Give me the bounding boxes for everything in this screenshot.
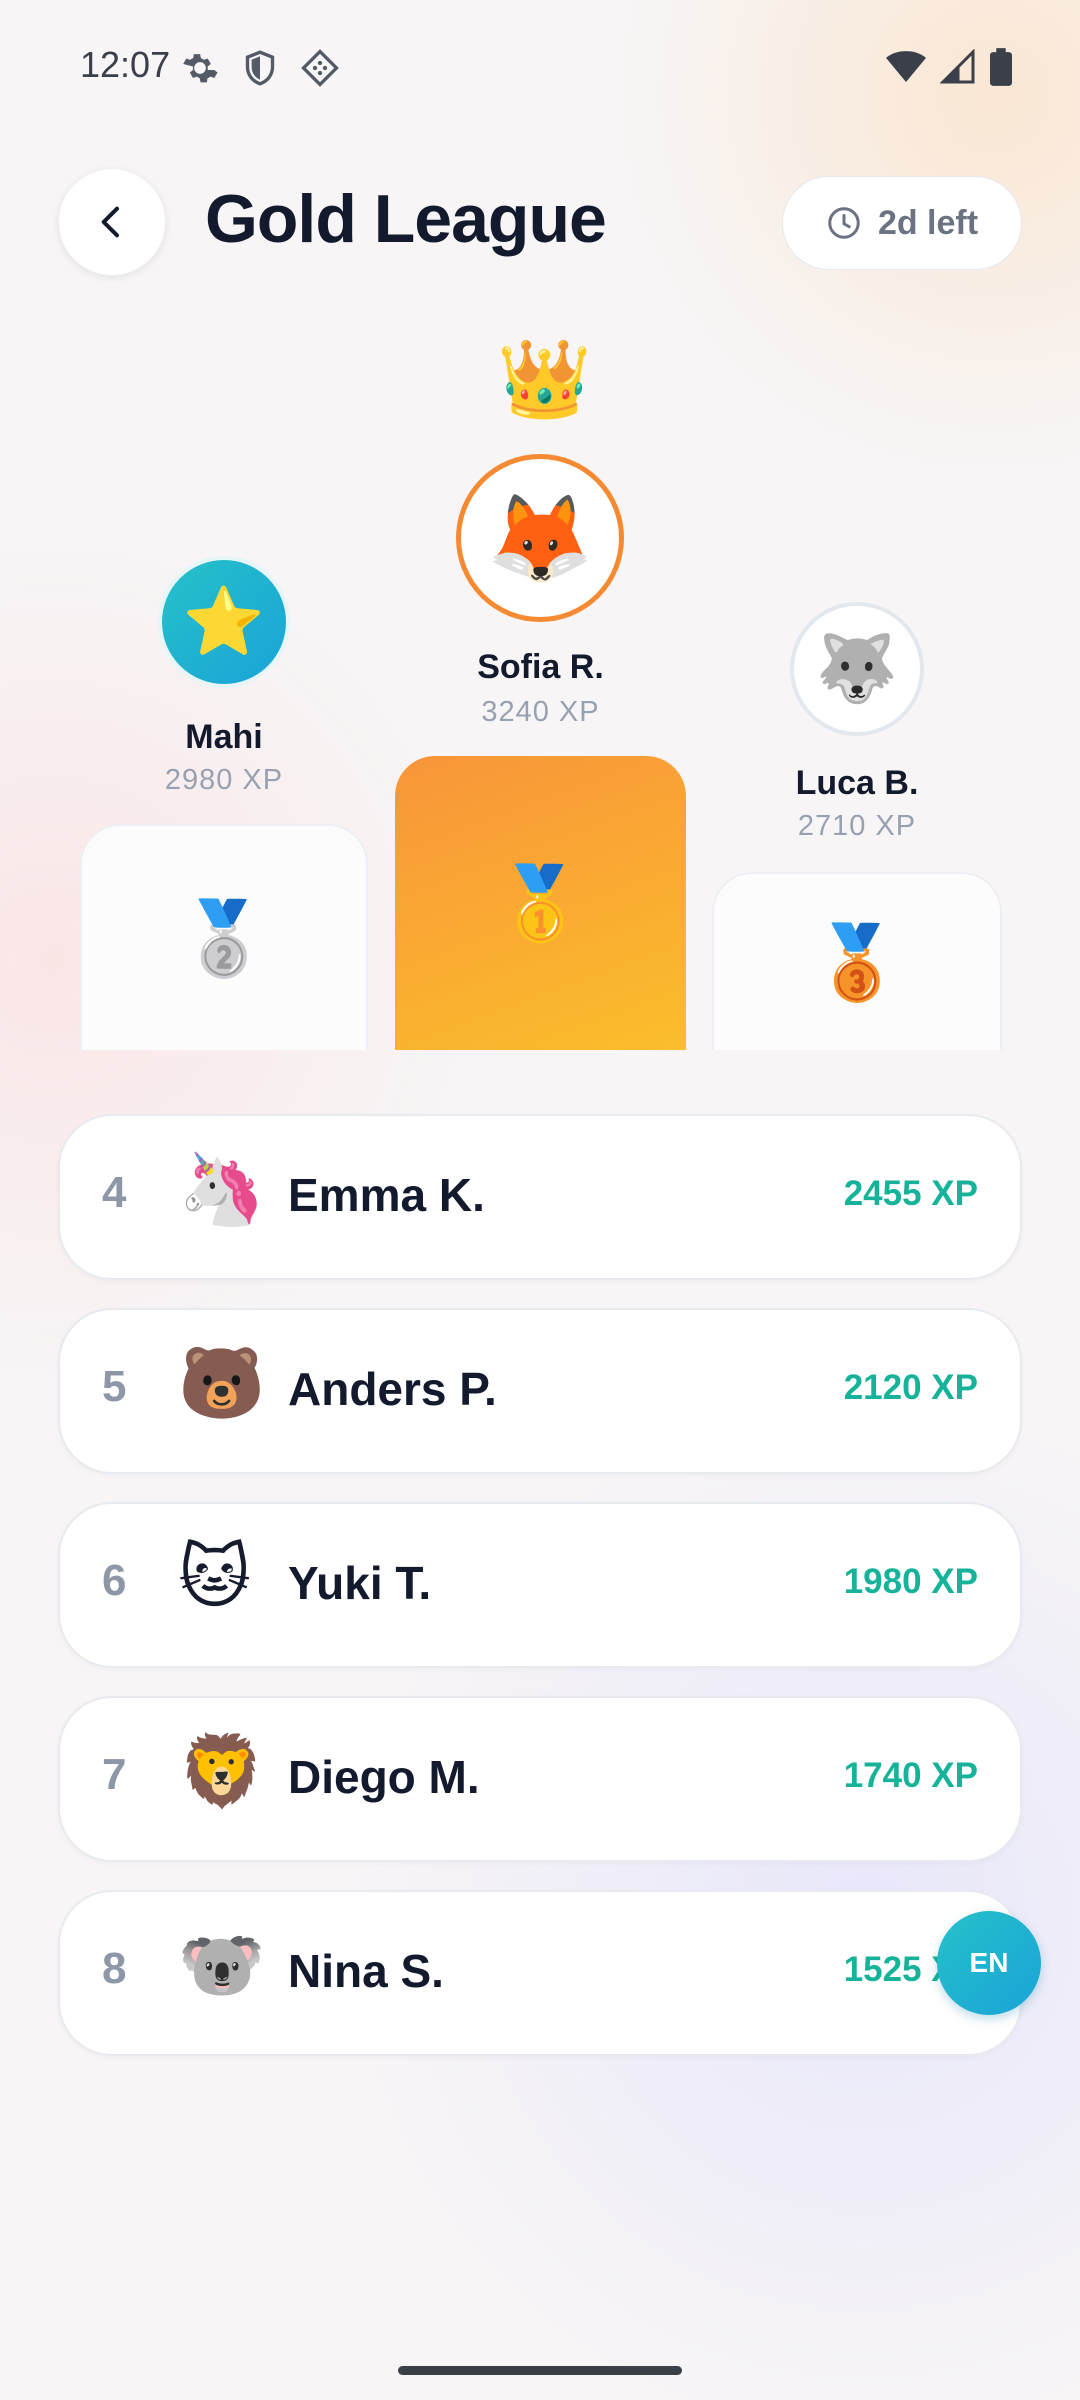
third-place-xp: 2710 XP xyxy=(797,810,917,842)
language-button[interactable]: EN xyxy=(937,1911,1041,2015)
podium-block-third: 🥉 xyxy=(712,872,1002,1050)
unicorn-icon: 🦄 xyxy=(178,1150,266,1228)
lion-icon: 🦁 xyxy=(178,1732,266,1810)
shield-icon xyxy=(245,50,275,86)
time-left-label: 2d left xyxy=(877,203,979,242)
avatar-first-place[interactable]: 🦊 xyxy=(456,454,624,622)
rank-number: 6 xyxy=(102,1556,127,1605)
clock-icon xyxy=(828,207,860,239)
podium-block-first: 🥇 xyxy=(395,756,686,1050)
chevron-left-icon xyxy=(101,206,119,238)
player-name: Nina S. xyxy=(288,1945,444,1997)
player-name: Diego M. xyxy=(288,1751,480,1803)
signal-icon xyxy=(940,49,975,84)
status-bar: 12:07 xyxy=(0,0,1080,140)
page-title: Gold League xyxy=(205,181,607,257)
player-name: Emma K. xyxy=(288,1169,485,1221)
silver-medal-icon: 🥈 xyxy=(179,898,269,979)
third-place-name: Luca B. xyxy=(795,764,919,802)
cat-icon: 🐱 xyxy=(178,1538,251,1616)
podium-block-second: 🥈 xyxy=(80,824,368,1050)
ranking-row[interactable]: 7 🦁 Diego M. 1740 XP xyxy=(58,1696,1022,1862)
back-button[interactable] xyxy=(58,168,166,276)
ranking-row[interactable]: 8 🐨 Nina S. 1525 XP xyxy=(58,1890,1022,2056)
gold-medal-icon: 🥇 xyxy=(495,863,586,944)
wifi-icon xyxy=(886,51,926,82)
first-place-name: Sofia R. xyxy=(477,648,604,686)
player-name: Yuki T. xyxy=(288,1557,432,1609)
second-place-xp: 2980 XP xyxy=(164,764,284,796)
player-xp: 2455 XP xyxy=(843,1174,978,1213)
ranking-row[interactable]: 6 🐱 Yuki T. 1980 XP xyxy=(58,1502,1022,1668)
player-name: Anders P. xyxy=(288,1363,497,1415)
rank-number: 7 xyxy=(102,1750,127,1799)
rank-number: 5 xyxy=(102,1362,127,1411)
time-left-chip[interactable]: 2d left xyxy=(782,176,1022,270)
status-time: 12:07 xyxy=(80,44,171,85)
ranking-row[interactable]: 5 🐻 Anders P. 2120 XP xyxy=(58,1308,1022,1474)
star-icon: ⭐ xyxy=(182,584,266,658)
wolf-icon: 🐺 xyxy=(815,631,899,705)
avatar-third-place[interactable]: 🐺 xyxy=(790,602,924,736)
status-right-icons xyxy=(886,48,1012,86)
bronze-medal-icon: 🥉 xyxy=(812,922,902,1003)
status-left-icons xyxy=(180,48,340,88)
battery-icon xyxy=(990,48,1012,86)
rank-number: 4 xyxy=(102,1168,127,1217)
diamond-dots-icon xyxy=(301,49,339,87)
second-place-name: Mahi xyxy=(185,718,263,756)
settings-icon xyxy=(183,54,218,83)
first-place-xp: 3240 XP xyxy=(481,696,600,728)
player-xp: 2120 XP xyxy=(843,1368,978,1407)
player-xp: 1740 XP xyxy=(843,1756,978,1795)
home-indicator[interactable] xyxy=(398,2366,682,2375)
koala-icon: 🐨 xyxy=(178,1926,266,2004)
bear-icon: 🐻 xyxy=(178,1344,266,1422)
crown-icon: 👑 xyxy=(497,337,592,422)
ranking-row[interactable]: 4 🦄 Emma K. 2455 XP xyxy=(58,1114,1022,1280)
rank-number: 8 xyxy=(102,1944,127,1993)
avatar-second-place[interactable]: ⭐ xyxy=(158,556,290,688)
player-xp: 1980 XP xyxy=(843,1562,978,1601)
fox-icon: 🦊 xyxy=(486,490,594,587)
